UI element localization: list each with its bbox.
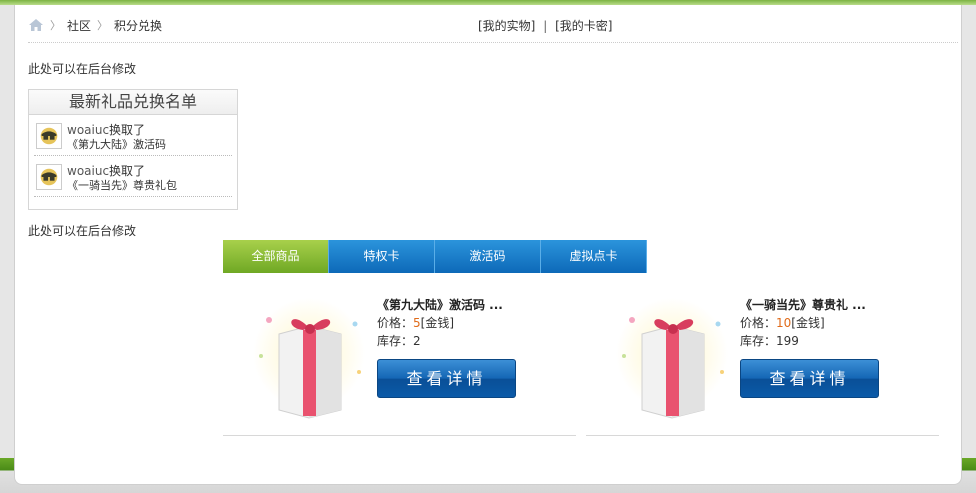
my-real-goods-link[interactable]: [我的实物] [478, 19, 535, 33]
price-value: 10 [776, 316, 792, 330]
product-name[interactable]: 《一骑当先》尊贵礼 ... [740, 296, 866, 313]
product-stock: 库存：199 [740, 334, 799, 348]
tab-virtual-cards[interactable]: 虚拟点卡 [541, 240, 647, 273]
breadcrumb: 〉 社区 〉 积分兑换 [28, 17, 162, 33]
chevron-right-icon: 〉 [50, 19, 61, 32]
stock-value: 2 [413, 334, 421, 348]
redemption-user[interactable]: woaiuc [67, 164, 109, 178]
list-item: woaiuc换取了 《一骑当先》尊贵礼包 [34, 156, 232, 197]
category-tabs: 全部商品 特权卡 激活码 虚拟点卡 [223, 240, 647, 273]
gift-box-icon[interactable] [251, 294, 367, 420]
avatar-icon[interactable] [36, 164, 62, 190]
main-panel: 〉 社区 〉 积分兑换 [我的实物] | [我的卡密] 此处可以在后台修改 最新… [14, 5, 962, 485]
gift-box-icon[interactable] [614, 294, 730, 420]
price-value: 5 [413, 316, 421, 330]
header-divider [28, 42, 958, 43]
redemption-action: 换取了 [109, 123, 146, 137]
tab-activation-codes[interactable]: 激活码 [435, 240, 541, 273]
product-card: 《一骑当先》尊贵礼 ... 价格：10[金钱] 库存：199 查看详情 [586, 292, 939, 436]
view-details-button[interactable]: 查看详情 [377, 359, 516, 398]
redemption-gift: 《一骑当先》尊贵礼包 [67, 179, 177, 192]
link-separator: | [543, 19, 548, 33]
redemption-gift: 《第九大陆》激活码 [67, 138, 166, 151]
tab-all-products[interactable]: 全部商品 [223, 240, 329, 273]
breadcrumb-item-community[interactable]: 社区 [67, 17, 91, 34]
user-links: [我的实物] | [我的卡密] [478, 17, 612, 34]
product-stock: 库存：2 [377, 334, 421, 348]
list-item: woaiuc换取了 《第九大陆》激活码 [34, 115, 232, 156]
product-name[interactable]: 《第九大陆》激活码 ... [377, 296, 503, 313]
stock-value: 199 [776, 334, 799, 348]
latest-redemptions-title: 最新礼品兑换名单 [29, 90, 237, 115]
chevron-right-icon: 〉 [97, 19, 109, 32]
latest-redemptions-box: 最新礼品兑换名单 woaiuc换取了 《第九大陆》激活码 woaiuc换取了 《… [28, 89, 238, 210]
admin-note-bottom: 此处可以在后台修改 [28, 224, 137, 238]
product-card: 《第九大陆》激活码 ... 价格：5[金钱] 库存：2 查看详情 [223, 292, 576, 436]
my-card-keys-link[interactable]: [我的卡密] [555, 19, 612, 33]
product-price: 价格：5[金钱] [377, 316, 455, 330]
redemption-action: 换取了 [109, 164, 146, 178]
home-icon[interactable] [28, 18, 44, 32]
admin-note-top: 此处可以在后台修改 [28, 62, 137, 76]
view-details-button[interactable]: 查看详情 [740, 359, 879, 398]
product-price: 价格：10[金钱] [740, 316, 825, 330]
breadcrumb-item-points-exchange[interactable]: 积分兑换 [114, 17, 162, 34]
tab-privilege-cards[interactable]: 特权卡 [329, 240, 435, 273]
redemption-user[interactable]: woaiuc [67, 123, 109, 137]
avatar-icon[interactable] [36, 123, 62, 149]
